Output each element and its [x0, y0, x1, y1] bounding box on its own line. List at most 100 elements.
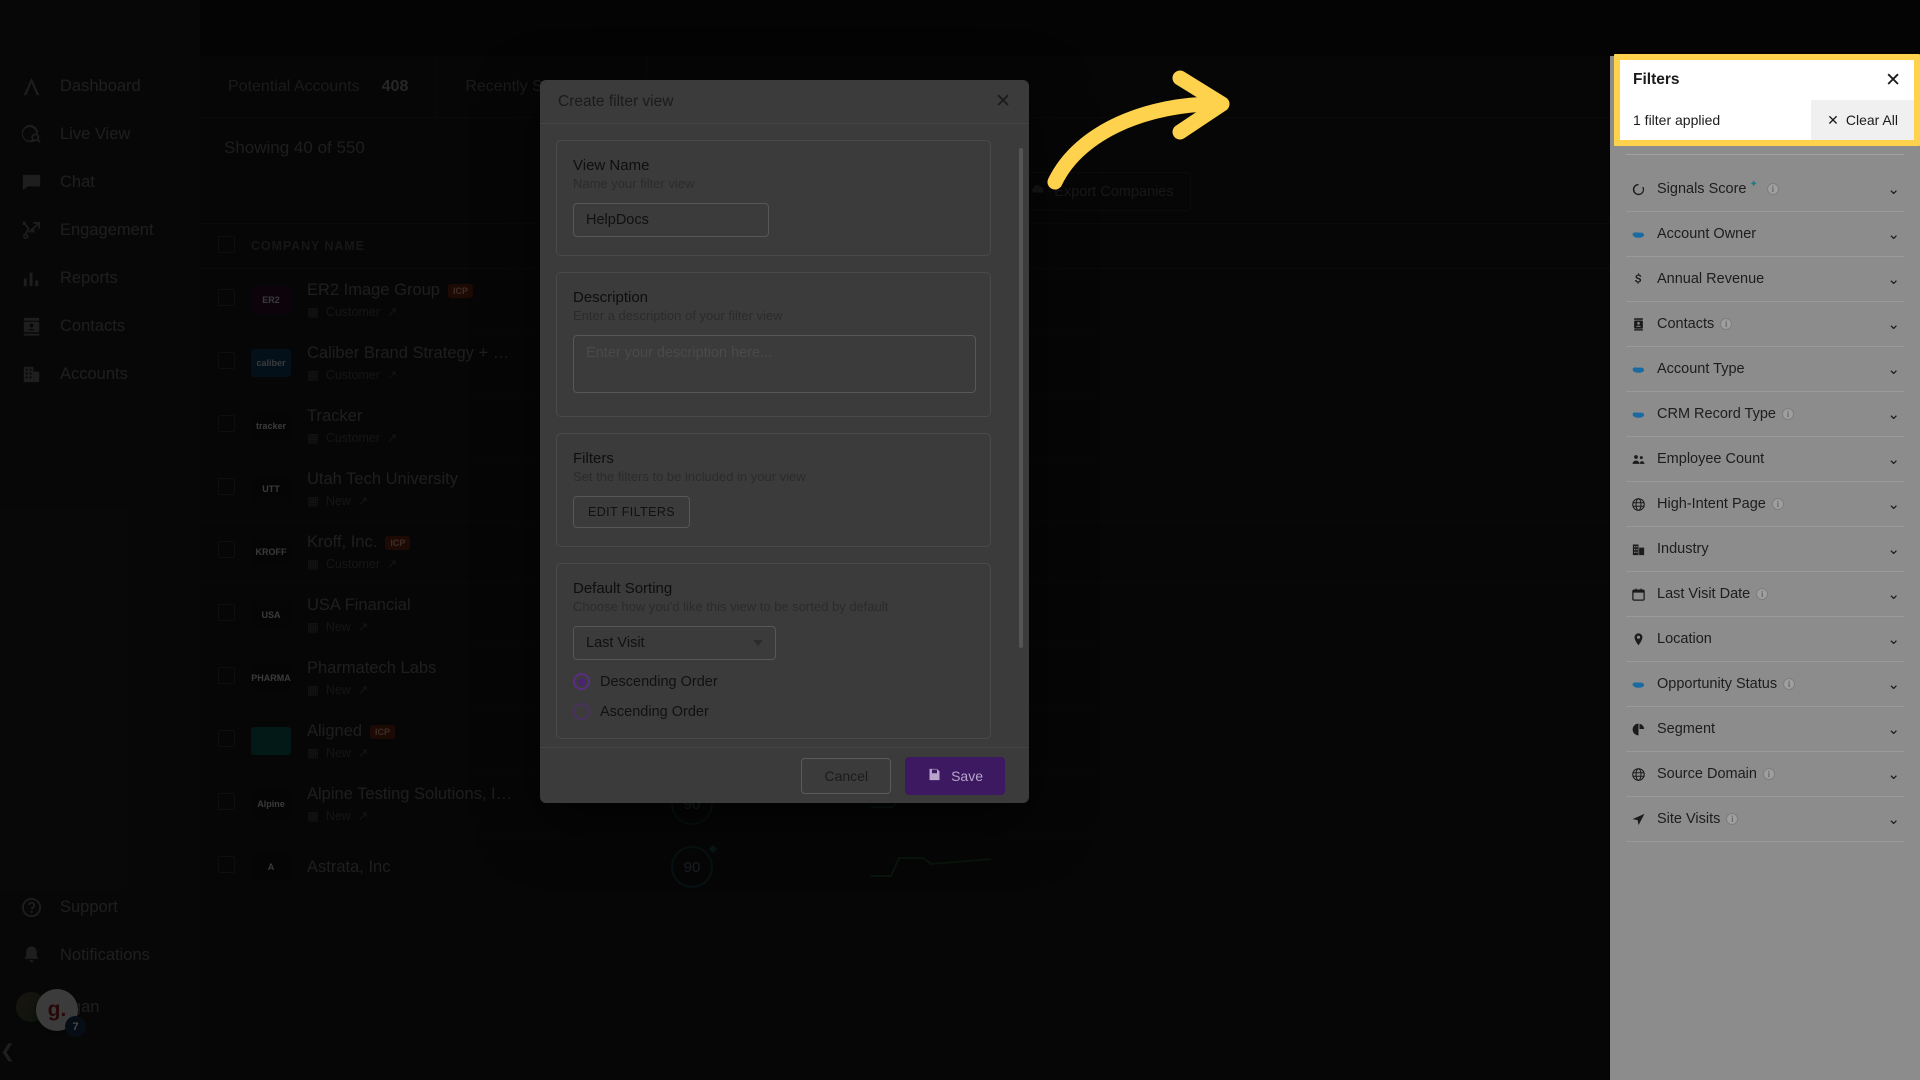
filter-item-label: Contacts i: [1657, 316, 1733, 332]
signal-ring-icon: [1630, 181, 1647, 198]
chevron-down-icon[interactable]: ⌄: [1887, 270, 1900, 288]
save-button[interactable]: Save: [905, 756, 1005, 795]
filter-item-signals-score[interactable]: Signals Score ✦ i ⌄: [1626, 167, 1904, 212]
filter-item-opportunity-status[interactable]: Opportunity Status i ⌄: [1626, 662, 1904, 707]
info-icon[interactable]: i: [1762, 768, 1775, 780]
close-icon[interactable]: ✕: [1885, 71, 1901, 90]
chevron-down-icon[interactable]: ⌄: [1887, 810, 1900, 828]
people-icon: [1630, 451, 1647, 468]
filters-fieldset: Filters Set the filters to be included i…: [556, 433, 991, 547]
filter-item-site-visits[interactable]: Site Visits i ⌄: [1626, 797, 1904, 842]
info-icon[interactable]: i: [1766, 183, 1779, 195]
modal-header: Create filter view ✕: [540, 80, 1029, 124]
chevron-down-icon[interactable]: ⌄: [1887, 675, 1900, 693]
info-icon[interactable]: i: [1771, 498, 1784, 510]
filter-item-label: Account Type: [1657, 361, 1745, 377]
filter-item-segment[interactable]: Segment ⌄: [1626, 707, 1904, 752]
chevron-down-icon[interactable]: ⌄: [1887, 360, 1900, 378]
filter-item-label: Location: [1657, 631, 1712, 647]
filter-item-label: Opportunity Status i: [1657, 676, 1796, 692]
info-icon[interactable]: i: [1782, 408, 1794, 420]
sorting-label: Default Sorting: [573, 580, 673, 597]
view-name-input[interactable]: [573, 203, 769, 237]
salesforce-cloud-icon: [1630, 361, 1647, 378]
filter-item-account-owner[interactable]: Account Owner ⌄: [1626, 212, 1904, 257]
filter-item-label: Source Domain i: [1657, 766, 1775, 782]
description-fieldset: Description Enter a description of your …: [556, 272, 991, 417]
filter-item-last-visit-date[interactable]: Last Visit Date i ⌄: [1626, 572, 1904, 617]
contact-card-icon: [1630, 316, 1647, 333]
chevron-down-icon[interactable]: ⌄: [1887, 765, 1900, 783]
filter-item-label: Annual Revenue: [1657, 271, 1765, 287]
filters-panel-header-highlight: Filters ✕ 1 filter applied ✕ Clear All: [1614, 54, 1920, 146]
default-sorting-fieldset: Default Sorting Choose how you'd like th…: [556, 563, 991, 739]
chevron-down-icon[interactable]: ⌄: [1887, 315, 1900, 333]
modal-title: Create filter view: [558, 92, 674, 110]
modal-body: View Name Name your filter view Descript…: [540, 124, 1029, 747]
filter-item-industry[interactable]: Industry ⌄: [1626, 527, 1904, 572]
info-icon[interactable]: i: [1726, 813, 1739, 825]
chevron-down-icon[interactable]: ⌄: [1887, 630, 1900, 648]
description-label: Description: [573, 289, 649, 306]
chevron-down-icon[interactable]: ⌄: [1887, 540, 1900, 558]
sorting-help: Choose how you'd like this view to be so…: [573, 599, 889, 614]
filter-item-annual-revenue[interactable]: Annual Revenue ⌄: [1626, 257, 1904, 302]
chevron-down-icon[interactable]: ⌄: [1887, 585, 1900, 603]
filter-item-location[interactable]: Location ⌄: [1626, 617, 1904, 662]
close-icon: ✕: [1827, 111, 1839, 128]
radio-ascending-indicator: [573, 703, 590, 720]
close-icon[interactable]: ✕: [995, 92, 1011, 111]
filters-label: Filters: [573, 450, 614, 467]
description-textarea[interactable]: [573, 335, 976, 393]
chevron-down-icon[interactable]: ⌄: [1887, 180, 1900, 198]
modal-scrollbar[interactable]: [1019, 140, 1023, 747]
info-icon[interactable]: i: [1783, 678, 1796, 690]
map-pin-icon: [1630, 631, 1647, 648]
save-label: Save: [951, 767, 983, 784]
modal-footer: Cancel Save: [540, 747, 1029, 803]
filter-item-crm-record-type[interactable]: CRM Record Type i ⌄: [1626, 392, 1904, 437]
radio-ascending-order[interactable]: Ascending Order: [573, 703, 974, 720]
radio-descending-indicator: [573, 673, 590, 690]
clear-all-button[interactable]: ✕ Clear All: [1811, 100, 1914, 140]
chevron-down-icon[interactable]: ⌄: [1887, 495, 1900, 513]
filters-panel-applied-row: 1 filter applied ✕ Clear All: [1620, 100, 1914, 140]
filters-panel-title-row: Filters ✕: [1620, 60, 1914, 100]
filter-item-label: Segment: [1657, 721, 1716, 737]
dollar-icon: [1630, 271, 1647, 288]
calendar-icon: [1630, 586, 1647, 603]
cancel-button[interactable]: Cancel: [801, 757, 892, 794]
filter-item-account-type[interactable]: Account Type ⌄: [1626, 347, 1904, 392]
description-help: Enter a description of your filter view: [573, 308, 783, 323]
globe-icon: [1630, 766, 1647, 783]
filters-applied-count: 1 filter applied: [1633, 112, 1721, 128]
filter-item-source-domain[interactable]: Source Domain i ⌄: [1626, 752, 1904, 797]
chevron-down-icon[interactable]: ⌄: [1887, 720, 1900, 738]
sort-field-value: Last Visit: [586, 635, 645, 651]
sort-field-select[interactable]: Last Visit: [573, 626, 776, 660]
chevron-down-icon[interactable]: ⌄: [1887, 450, 1900, 468]
filter-item-label: Signals Score ✦ i: [1657, 179, 1779, 197]
filter-item-employee-count[interactable]: Employee Count ⌄: [1626, 437, 1904, 482]
chevron-down-icon[interactable]: ⌄: [1887, 225, 1900, 243]
salesforce-cloud-icon: [1630, 226, 1647, 243]
filters-list: Signals Score ✦ i ⌄ Account Owner ⌄ Annual Rev…: [1610, 155, 1920, 842]
filter-item-label: Last Visit Date i: [1657, 586, 1769, 602]
filter-item-contacts[interactable]: Contacts i ⌄: [1626, 302, 1904, 347]
salesforce-cloud-icon: [1630, 406, 1647, 423]
info-icon[interactable]: i: [1720, 318, 1733, 330]
view-name-help: Name your filter view: [573, 176, 695, 191]
edit-filters-button[interactable]: EDIT FILTERS: [573, 496, 690, 528]
radio-descending-order[interactable]: Descending Order: [573, 673, 974, 690]
building-icon: [1630, 541, 1647, 558]
chevron-down-icon[interactable]: ⌄: [1887, 405, 1900, 423]
radio-descending-label: Descending Order: [600, 673, 718, 690]
app-root: Dashboard Live View Chat Engagement Repo…: [0, 0, 1920, 1080]
filter-item-high-intent-page[interactable]: High-Intent Page i ⌄: [1626, 482, 1904, 527]
view-name-fieldset: View Name Name your filter view: [556, 140, 991, 256]
filters-help: Set the filters to be included in your v…: [573, 469, 806, 484]
info-icon[interactable]: i: [1756, 588, 1769, 600]
filters-drawer: Signals Score ✦ i ⌄ Account Owner ⌄ Annual Rev…: [1610, 56, 1920, 1080]
filter-item-label: CRM Record Type i: [1657, 406, 1794, 422]
modal-scroll-area: View Name Name your filter view Descript…: [556, 140, 1001, 747]
